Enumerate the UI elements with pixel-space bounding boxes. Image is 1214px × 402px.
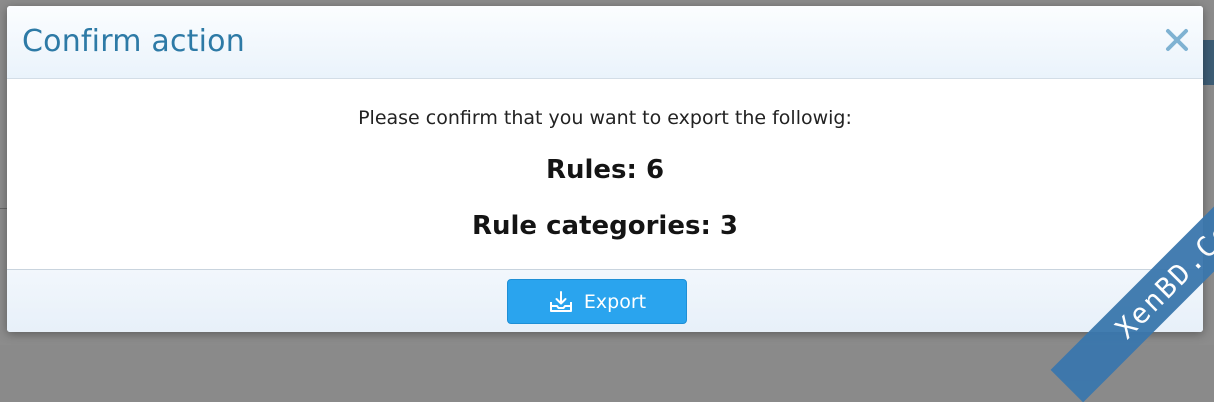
- rule-categories-count: Rule categories: 3: [471, 211, 738, 241]
- background-panel-fragment: [1202, 40, 1214, 85]
- dialog-title: Confirm action: [22, 24, 245, 59]
- dialog-header: Confirm action: [7, 6, 1203, 79]
- confirm-message: Please confirm that you want to export t…: [358, 107, 852, 129]
- dialog-body: Please confirm that you want to export t…: [7, 79, 1203, 269]
- rules-count: Rules: 6: [545, 155, 665, 185]
- close-icon: [1166, 29, 1188, 51]
- close-button[interactable]: [1163, 26, 1191, 54]
- confirm-dialog: Confirm action Please confirm that you w…: [7, 6, 1203, 332]
- export-button[interactable]: Export: [507, 279, 687, 324]
- dialog-footer: Export: [7, 269, 1203, 332]
- download-tray-icon: [549, 290, 572, 312]
- export-button-label: Export: [583, 290, 647, 313]
